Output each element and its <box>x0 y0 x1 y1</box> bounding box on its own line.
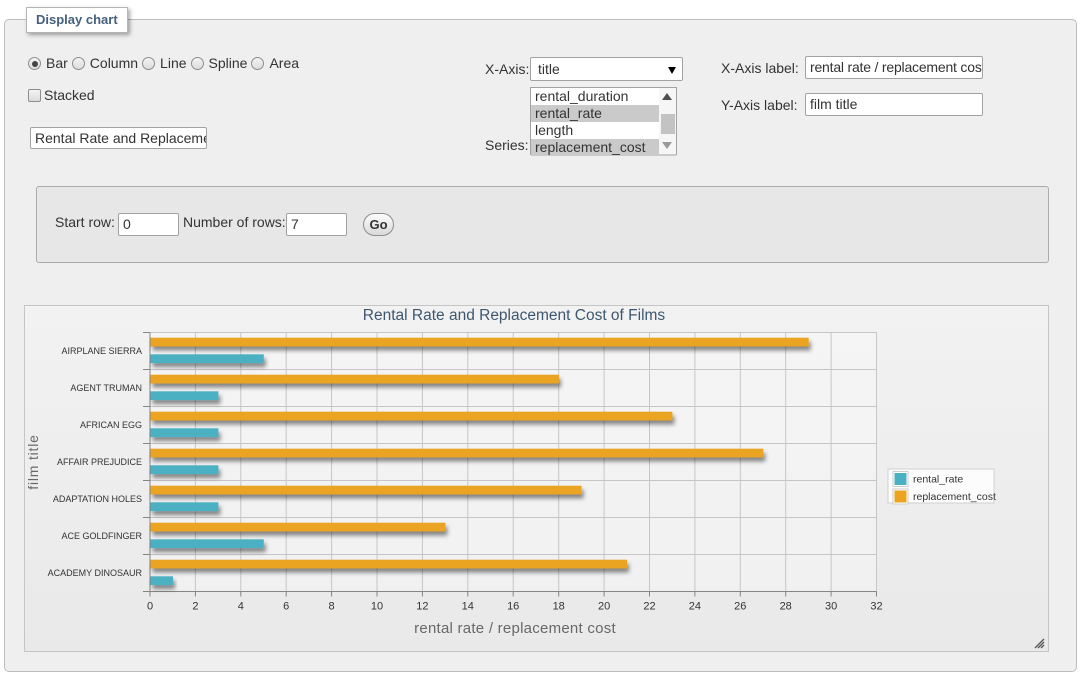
svg-text:Rental Rate and Replacement Co: Rental Rate and Replacement Cost of Film… <box>363 307 666 324</box>
svg-text:4: 4 <box>238 601 244 613</box>
svg-text:ADAPTATION HOLES: ADAPTATION HOLES <box>53 494 142 504</box>
svg-text:rental_rate: rental_rate <box>913 474 963 486</box>
svg-text:AGENT TRUMAN: AGENT TRUMAN <box>70 383 142 393</box>
svg-text:10: 10 <box>371 601 383 613</box>
svg-text:14: 14 <box>462 601 474 613</box>
svg-text:AIRPLANE SIERRA: AIRPLANE SIERRA <box>61 346 142 356</box>
svg-text:30: 30 <box>825 601 837 613</box>
svg-text:24: 24 <box>689 601 701 613</box>
svg-text:16: 16 <box>507 601 519 613</box>
svg-text:2: 2 <box>192 601 198 613</box>
svg-text:12: 12 <box>416 601 428 613</box>
svg-text:8: 8 <box>329 601 335 613</box>
svg-text:20: 20 <box>598 601 610 613</box>
svg-text:32: 32 <box>870 601 882 613</box>
svg-text:6: 6 <box>283 601 289 613</box>
svg-text:replacement_cost: replacement_cost <box>913 491 996 503</box>
svg-text:AFFAIR PREJUDICE: AFFAIR PREJUDICE <box>57 457 142 467</box>
svg-text:rental rate / replacement cost: rental rate / replacement cost <box>414 620 616 637</box>
svg-text:22: 22 <box>643 601 655 613</box>
svg-text:28: 28 <box>780 601 792 613</box>
svg-text:0: 0 <box>147 601 153 613</box>
svg-text:AFRICAN EGG: AFRICAN EGG <box>80 420 142 430</box>
svg-text:26: 26 <box>734 601 746 613</box>
svg-text:ACE GOLDFINGER: ACE GOLDFINGER <box>61 531 142 541</box>
svg-text:18: 18 <box>553 601 565 613</box>
svg-text:ACADEMY DINOSAUR: ACADEMY DINOSAUR <box>48 568 143 578</box>
svg-text:film title: film title <box>25 434 41 489</box>
